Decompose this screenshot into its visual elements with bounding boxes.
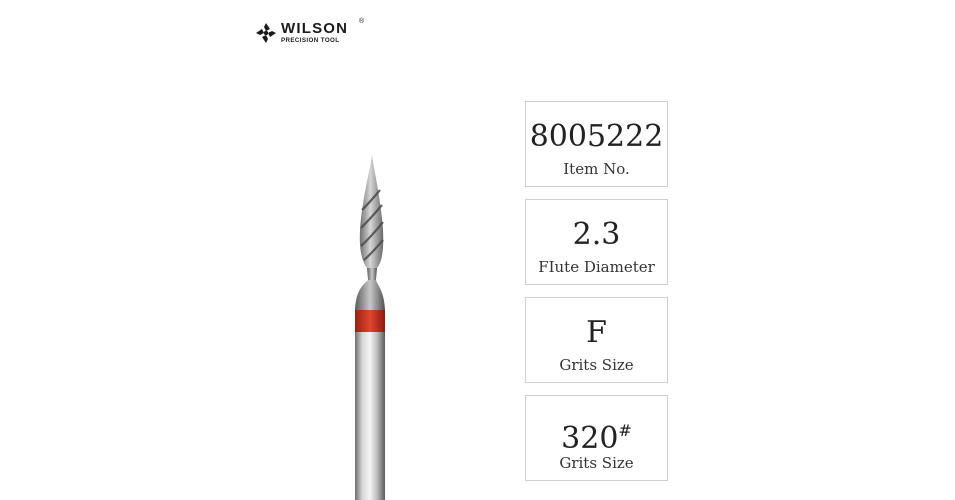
grit-number-label: Grits Size — [559, 454, 634, 472]
grit-letter-label: Grits Size — [559, 356, 634, 374]
flute-diameter-value: 2.3 — [572, 217, 621, 252]
wilson-logo: WILSON ® PRECISION TOOL — [255, 18, 375, 50]
spec-item-no: 8005222 Item No. — [525, 101, 668, 187]
grit-number-value-wrap: 320# — [526, 414, 667, 456]
brand-subtitle: PRECISION TOOL — [281, 37, 340, 44]
flute-diameter-label: FIute Diameter — [538, 258, 655, 276]
grit-number-value: 320 — [561, 421, 619, 456]
registered-mark: ® — [359, 18, 365, 25]
item-number-value: 8005222 — [529, 119, 664, 154]
grit-number-suffix: # — [618, 421, 632, 440]
item-number-label: Item No. — [563, 160, 630, 178]
grit-letter-value: F — [586, 315, 607, 350]
wilson-logo-mark-icon — [256, 23, 276, 43]
brand-name: WILSON — [281, 20, 349, 37]
spec-grit-letter: F Grits Size — [525, 297, 668, 383]
spec-grit-number: 320# Grits Size — [525, 395, 668, 481]
diamond-bur-image — [355, 155, 385, 500]
spec-flute-diameter: 2.3 FIute Diameter — [525, 199, 668, 285]
